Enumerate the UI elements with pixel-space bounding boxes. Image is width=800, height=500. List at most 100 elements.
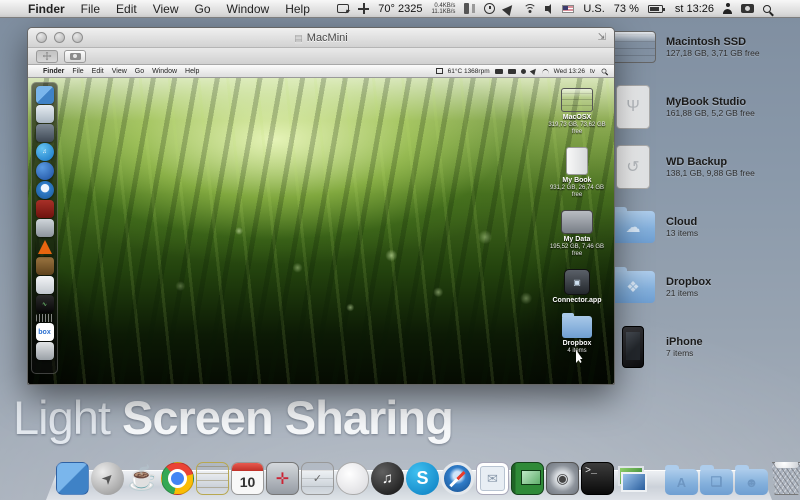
location-arrow-icon[interactable] bbox=[502, 1, 516, 15]
dock-messages[interactable] bbox=[336, 462, 369, 495]
network-speed-status[interactable]: 0.4KB/s 11.1KB/s bbox=[431, 3, 455, 15]
menubar: FinderFileEditViewGoWindowHelp 70° 2325 … bbox=[0, 0, 800, 18]
menu-item-window[interactable]: Window bbox=[152, 68, 177, 75]
dock-espresso[interactable]: ☕ bbox=[126, 462, 159, 495]
menu-item-edit[interactable]: Edit bbox=[116, 2, 137, 16]
mini-trash-icon[interactable] bbox=[36, 342, 54, 360]
mini-preview-icon[interactable] bbox=[36, 105, 54, 123]
time-machine-icon[interactable] bbox=[484, 3, 495, 14]
remote-icon-connector-app[interactable]: ▣Connector.app bbox=[544, 269, 610, 305]
remote-temp-status[interactable]: 61°C 1368rpm bbox=[448, 68, 490, 75]
dock-folder-users[interactable]: ☻ bbox=[735, 469, 768, 495]
menu-item-go[interactable]: Go bbox=[135, 68, 144, 75]
screenshot-button[interactable] bbox=[64, 50, 86, 63]
dock-folder-applications[interactable]: A bbox=[665, 469, 698, 495]
wifi-icon[interactable] bbox=[523, 4, 536, 14]
menu-item-finder[interactable]: Finder bbox=[28, 2, 65, 16]
menu-item-view[interactable]: View bbox=[153, 2, 179, 16]
mini-displays-icon[interactable] bbox=[36, 124, 54, 142]
headline-light: Light bbox=[13, 391, 110, 444]
remote-icon-macosx[interactable]: MacOSX319,73 GB, 73,62 GB free bbox=[544, 88, 610, 136]
spotlight-icon[interactable] bbox=[763, 5, 771, 13]
dock-calendar[interactable]: 10 bbox=[231, 462, 264, 495]
desktop-icon-macintosh-ssd[interactable]: Macintosh SSD127,18 GB, 3,71 GB free bbox=[610, 24, 760, 70]
remote-icon-my-data[interactable]: My Data195,52 GB, 7,46 GB free bbox=[544, 210, 610, 258]
input-flag-icon[interactable] bbox=[562, 5, 574, 13]
menu-item-file[interactable]: File bbox=[81, 2, 100, 16]
menu-item-view[interactable]: View bbox=[112, 68, 127, 75]
remote-icon-my-book[interactable]: My Book931,2 GB, 26,74 GB free bbox=[544, 147, 610, 199]
dock-launcher-glyph: ➤ bbox=[97, 468, 117, 488]
battery-icon[interactable] bbox=[648, 5, 663, 13]
screen-sharing-status-icon[interactable] bbox=[337, 4, 349, 13]
remote-display2-icon[interactable] bbox=[508, 69, 516, 74]
remote-clock[interactable]: Wed 13:26 bbox=[554, 68, 585, 75]
menubar-clock[interactable]: st 13:26 bbox=[675, 3, 714, 15]
dock-archive-tool[interactable]: ✛ bbox=[266, 462, 299, 495]
remote-clock-icon[interactable] bbox=[521, 69, 526, 74]
mini-vlc-icon[interactable] bbox=[36, 238, 54, 256]
mini-finder-icon[interactable] bbox=[36, 86, 54, 104]
remote-display-icon[interactable] bbox=[495, 69, 503, 74]
mini-itunes-icon[interactable]: ♫ bbox=[36, 143, 54, 161]
notification-center-icon[interactable] bbox=[780, 4, 792, 14]
remote-location-icon[interactable] bbox=[529, 67, 537, 75]
dock-terminal[interactable]: >_ bbox=[581, 462, 614, 495]
menu-item-finder[interactable]: Finder bbox=[43, 68, 64, 75]
menu-item-help[interactable]: Help bbox=[285, 2, 310, 16]
desktop-icon-iphone[interactable]: iPhone7 items bbox=[610, 324, 760, 370]
dock-safari[interactable] bbox=[441, 462, 474, 495]
screen-sharing-viewport[interactable]: ♫ ∿ box MacOSX319,73 GB, 73,62 GB free My B… bbox=[28, 78, 614, 384]
dock-notebook[interactable] bbox=[511, 462, 544, 495]
mini-safari-icon[interactable] bbox=[36, 181, 54, 199]
dock-tasks[interactable]: ✓ bbox=[301, 462, 334, 495]
dock-screen-sharing[interactable] bbox=[616, 462, 649, 495]
remote-wifi-icon[interactable] bbox=[542, 69, 549, 74]
dock-itunes[interactable]: ♫ bbox=[371, 462, 404, 495]
mini-dock-separator[interactable] bbox=[36, 314, 54, 322]
window-titlebar[interactable]: MacMini ⇲ bbox=[28, 28, 614, 48]
input-source-label[interactable]: U.S. bbox=[583, 3, 604, 15]
icon-info: 7 items bbox=[666, 348, 703, 358]
camera-status-icon[interactable] bbox=[741, 4, 754, 13]
icon-label: iPhone7 items bbox=[666, 336, 703, 358]
desktop-icon-dropbox[interactable]: ❖Dropbox21 items bbox=[610, 264, 760, 310]
desktop-icon-cloud[interactable]: ☁Cloud13 items bbox=[610, 204, 760, 250]
dock-stickies[interactable] bbox=[196, 462, 229, 495]
remote-window-status-icon[interactable] bbox=[436, 68, 443, 74]
menu-item-help[interactable]: Help bbox=[185, 68, 199, 75]
dock-trash[interactable] bbox=[770, 462, 800, 495]
dock-mail[interactable]: ✉ bbox=[476, 462, 509, 495]
desktop-icon-mybook-studio[interactable]: ΨMyBook Studio161,88 GB, 5,2 GB free bbox=[610, 84, 760, 130]
mini-ipod-icon[interactable] bbox=[36, 276, 54, 294]
mini-activity-monitor-icon[interactable]: ∿ bbox=[36, 295, 54, 313]
device-battery-icons[interactable] bbox=[464, 3, 469, 14]
dock-launcher[interactable]: ➤ bbox=[91, 462, 124, 495]
dock-skype[interactable]: S bbox=[406, 462, 439, 495]
menu-item-window[interactable]: Window bbox=[227, 2, 270, 16]
remote-icon-dropbox[interactable]: Dropbox4 items bbox=[544, 316, 610, 355]
remote-spotlight-icon[interactable] bbox=[602, 69, 607, 74]
dock-chrome[interactable] bbox=[161, 462, 194, 495]
mini-frontrow-icon[interactable] bbox=[36, 200, 54, 218]
mini-browser-icon[interactable] bbox=[36, 162, 54, 180]
dock-disk-utility[interactable]: ◉ bbox=[546, 462, 579, 495]
menu-item-edit[interactable]: Edit bbox=[92, 68, 104, 75]
temperature-status[interactable]: 70° 2325 bbox=[378, 3, 422, 15]
remote-menubar[interactable]: Finder File Edit View Go Window Help 61°C 1368… bbox=[28, 65, 614, 78]
mini-toolbox-icon[interactable] bbox=[36, 257, 54, 275]
fast-user-switch-icon[interactable] bbox=[723, 3, 732, 14]
battery-percent[interactable]: 73 % bbox=[614, 3, 639, 15]
mini-box-icon[interactable]: box bbox=[36, 323, 54, 341]
dock-finder[interactable] bbox=[56, 462, 89, 495]
mini-printer-icon[interactable] bbox=[36, 219, 54, 237]
volume-icon[interactable] bbox=[545, 6, 549, 11]
desktop-icon-wd-backup[interactable]: ↺WD Backup138,1 GB, 9,88 GB free bbox=[610, 144, 760, 190]
sync-status-icon[interactable] bbox=[358, 3, 369, 14]
scale-screen-button[interactable] bbox=[36, 50, 58, 63]
menu-item-go[interactable]: Go bbox=[195, 2, 211, 16]
internal-drive-icon bbox=[610, 31, 656, 63]
dock-folder-documents[interactable]: ❏ bbox=[700, 469, 733, 495]
menu-item-file[interactable]: File bbox=[72, 68, 83, 75]
remote-tv-label[interactable]: tv bbox=[590, 68, 595, 75]
